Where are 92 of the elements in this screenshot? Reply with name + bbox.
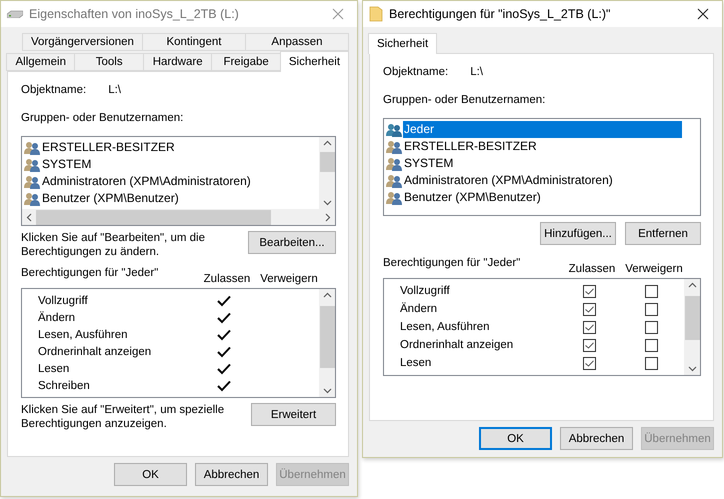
column-header: Zulassen [202, 273, 252, 285]
user-list-item[interactable]: ERSTELLER-BESITZER [403, 138, 682, 155]
check-icon [584, 342, 594, 348]
close-icon[interactable] [697, 8, 709, 20]
checkbox[interactable] [582, 284, 596, 298]
scroll-down-icon[interactable] [688, 366, 696, 372]
scroll-right-icon[interactable] [325, 212, 331, 222]
column-header: Verweigern [259, 273, 319, 285]
checkbox[interactable] [582, 338, 596, 352]
tab[interactable]: Freigabe [211, 53, 281, 71]
checkbox[interactable] [644, 302, 658, 316]
groups-label: Gruppen- oder Benutzernamen: [21, 112, 184, 124]
tab[interactable]: Kontingent [142, 33, 246, 51]
checkbox[interactable] [582, 320, 596, 334]
tab[interactable]: Anpassen [244, 33, 349, 51]
user-list-item[interactable]: Benutzer (XPM\Benutzer) [41, 190, 317, 207]
window-title: Berechtigungen für "inoSys_L_2TB (L:)" [389, 7, 612, 21]
object-name-label: Objektname: [21, 84, 86, 96]
edit-hint: Klicken Sie auf "Bearbeiten", um die Berechtigungen zu ändern. [21, 231, 206, 259]
user-list-item[interactable]: Benutzer (XPM\Benutzer) [403, 189, 682, 206]
user-list-item[interactable]: Administratoren (XPM\Administratoren) [41, 173, 317, 190]
dialog-button[interactable]: OK [114, 463, 187, 486]
checkbox[interactable] [582, 356, 596, 370]
permission-name: Vollzugriff [400, 285, 451, 297]
tab[interactable]: Vorgängerversionen [22, 33, 143, 51]
tab[interactable]: Hardware [142, 53, 212, 71]
scroll-up-icon[interactable] [322, 292, 332, 298]
advanced-hint: Klicken Sie auf "Erweitert", um spezielle Berechtigungen anzuzeigen. [21, 403, 226, 431]
object-name-value: L:\ [108, 84, 121, 96]
users-icon [386, 174, 402, 188]
checkbox[interactable] [644, 320, 658, 334]
user-list-item[interactable]: Administratoren (XPM\Administratoren) [403, 172, 682, 189]
remove-button[interactable]: Entfernen [625, 222, 701, 245]
tab[interactable]: Allgemein [6, 53, 76, 71]
users-icon [386, 140, 402, 154]
column-header: Verweigern [624, 263, 684, 275]
folder-icon [369, 6, 383, 22]
checkbox[interactable] [582, 302, 596, 316]
horizontal-scrollbar[interactable] [22, 209, 335, 225]
permission-name: Lesen, Ausführen [38, 328, 129, 341]
drive-icon [7, 10, 23, 18]
users-icon [386, 122, 402, 136]
permission-name: Schreiben [38, 380, 91, 392]
users-icon [386, 156, 402, 170]
dialog-button[interactable]: OK [479, 427, 552, 450]
permission-name: Lesen [400, 357, 432, 369]
vertical-scrollbar[interactable] [684, 279, 700, 375]
tab[interactable]: Tools [74, 53, 144, 71]
users-icon [386, 190, 402, 204]
checkbox[interactable] [644, 338, 658, 352]
object-name-value: L:\ [470, 66, 483, 78]
user-list-item[interactable]: SYSTEM [41, 156, 317, 173]
check-icon [584, 306, 594, 312]
permission-name: Ändern [400, 303, 438, 315]
checkbox[interactable] [644, 284, 658, 298]
tab[interactable]: Sicherheit [280, 51, 350, 72]
users-icon [24, 192, 40, 206]
window-title: Eigenschaften von inoSys_L_2TB (L:) [29, 7, 240, 21]
permission-name: Lesen, Ausführen [400, 321, 491, 333]
permission-name: Lesen [38, 363, 70, 376]
check-icon [584, 360, 594, 366]
add-button[interactable]: Hinzufügen... [540, 222, 616, 245]
permissions-label: Berechtigungen für "Jeder" [383, 257, 522, 269]
scroll-down-icon[interactable] [322, 388, 332, 394]
scroll-up-icon[interactable] [322, 140, 332, 146]
dialog-button[interactable]: Abbrechen [560, 427, 633, 450]
scroll-down-icon[interactable] [322, 200, 332, 206]
users-icon [24, 158, 40, 172]
advanced-button[interactable]: Erweitert [251, 403, 336, 426]
check-icon [584, 288, 594, 294]
scroll-left-icon[interactable] [26, 212, 32, 222]
object-name-label: Objektname: [383, 66, 448, 78]
tab[interactable]: Sicherheit [368, 33, 438, 54]
user-list-item[interactable]: SYSTEM [403, 155, 682, 172]
users-icon [24, 174, 40, 188]
groups-label: Gruppen- oder Benutzernamen: [383, 94, 546, 106]
edit-button[interactable]: Bearbeiten... [248, 231, 336, 254]
permission-name: Ordnerinhalt anzeigen [38, 346, 152, 358]
user-list-item[interactable]: Jeder [403, 121, 682, 138]
dialog-button[interactable]: Abbrechen [195, 463, 268, 486]
permissions-label: Berechtigungen für "Jeder" [21, 267, 160, 279]
vertical-scrollbar[interactable] [319, 137, 335, 209]
checkbox[interactable] [644, 356, 658, 370]
user-list-item[interactable]: ERSTELLER-BESITZER [41, 139, 317, 156]
check-icon [584, 324, 594, 330]
vertical-scrollbar[interactable] [319, 289, 335, 397]
permission-name: Ändern [38, 312, 76, 324]
permission-name: Ordnerinhalt anzeigen [400, 339, 514, 351]
column-header: Zulassen [568, 263, 616, 275]
scroll-up-icon[interactable] [688, 282, 696, 288]
users-icon [24, 140, 40, 154]
permission-name: Vollzugriff [38, 294, 89, 307]
